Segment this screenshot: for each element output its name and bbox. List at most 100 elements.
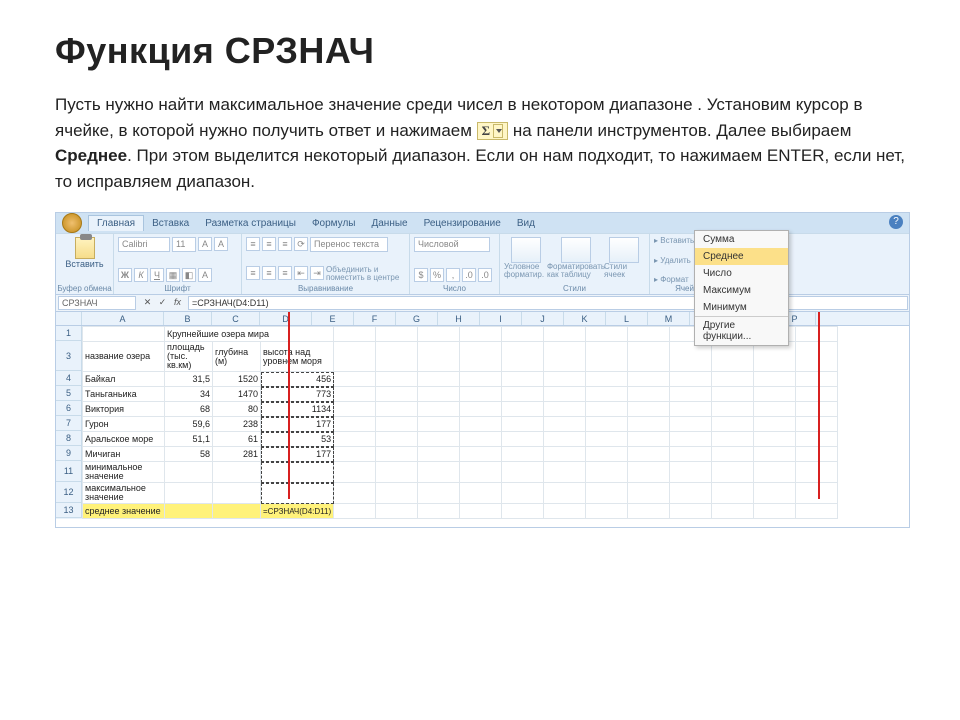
tab-insert[interactable]: Вставка [144,216,197,231]
ribbon: Вставить Буфер обмена Calibri 11 A A Ж К… [56,233,909,295]
menu-item-sum[interactable]: Сумма [695,231,788,248]
wrap-text-button[interactable]: Перенос текста [310,237,388,252]
conditional-format-icon[interactable] [511,237,541,263]
help-icon[interactable]: ? [889,215,903,229]
align-middle-button[interactable]: ≡ [262,237,276,251]
col-A[interactable]: A [82,312,164,325]
menu-item-more[interactable]: Другие функции... [695,316,788,345]
group-styles: Условное форматир. Форматировать как таб… [500,234,650,294]
merge-button[interactable]: Объединить и поместить в центре [326,266,404,282]
cancel-formula-icon[interactable]: ✕ [141,297,154,310]
table-row: Таньганьика341470773 [83,387,838,402]
table-title[interactable]: Крупнейшие озера мира [165,327,334,342]
autosum-dropdown-menu: Сумма Среднее Число Максимум Минимум Дру… [694,230,789,346]
name-box[interactable]: СРЗНАЧ [58,296,136,310]
menu-item-count[interactable]: Число [695,265,788,282]
office-button-icon[interactable] [62,213,82,233]
currency-button[interactable]: $ [414,268,428,282]
row-3[interactable]: 3 [56,341,82,371]
table-row: Байкал31,51520456 [83,372,838,387]
orientation-button[interactable]: ⟳ [294,237,308,251]
col-F[interactable]: F [354,312,396,325]
dec-decimal-button[interactable]: .0 [478,268,492,282]
row-6[interactable]: 6 [56,401,82,416]
menu-item-max[interactable]: Максимум [695,282,788,299]
font-color-button[interactable]: A [198,268,212,282]
align-center-button[interactable]: ≡ [262,266,276,280]
tab-review[interactable]: Рецензирование [416,216,509,231]
row-5[interactable]: 5 [56,386,82,401]
autosum-inline-icon: Σ [477,122,509,140]
col-C[interactable]: C [212,312,260,325]
fmt-table-label: Форматировать как таблицу [547,263,605,279]
tab-page-layout[interactable]: Разметка страницы [197,216,304,231]
select-all-corner[interactable] [56,312,82,325]
cell-styles-icon[interactable] [609,237,639,263]
inc-decimal-button[interactable]: .0 [462,268,476,282]
table-row: среднее значение=СРЗНАЧ(D4:D11) [83,504,838,519]
group-editing: Σ▾ ◧▾ ◇▾ Сумма Среднее Число Максимум Ми… [728,234,788,294]
tab-data[interactable]: Данные [363,216,415,231]
align-right-button[interactable]: ≡ [278,266,292,280]
cells-table[interactable]: Крупнейшие озера мира название озера пло… [82,326,838,519]
tab-formulas[interactable]: Формулы [304,216,364,231]
row-12[interactable]: 12 [56,482,82,503]
percent-button[interactable]: % [430,268,444,282]
italic-button[interactable]: К [134,268,148,282]
row-1[interactable]: 1 [56,326,82,341]
menu-item-min[interactable]: Минимум [695,299,788,316]
format-table-icon[interactable] [561,237,591,263]
tab-view[interactable]: Вид [509,216,543,231]
indent-inc-button[interactable]: ⇥ [310,266,324,280]
col-K[interactable]: K [564,312,606,325]
align-bottom-button[interactable]: ≡ [278,237,292,251]
cell-styles-label: Стили ячеек [604,263,644,279]
comma-button[interactable]: , [446,268,460,282]
col-L[interactable]: L [606,312,648,325]
fill-color-button[interactable]: ◧ [182,268,196,282]
col-I[interactable]: I [480,312,522,325]
group-label-font: Шрифт [114,284,241,293]
col-D[interactable]: D [260,312,312,325]
font-size-select[interactable]: 11 [172,237,196,252]
font-name-select[interactable]: Calibri [118,237,170,252]
col-J[interactable]: J [522,312,564,325]
decrease-font-button[interactable]: A [214,237,228,251]
row-9[interactable]: 9 [56,446,82,461]
col-header-name[interactable]: название озера [83,342,165,372]
fx-icon[interactable]: fx [171,297,184,310]
indent-dec-button[interactable]: ⇤ [294,266,308,280]
col-H[interactable]: H [438,312,480,325]
dropdown-arrow-icon [493,124,503,138]
row-4[interactable]: 4 [56,371,82,386]
enter-formula-icon[interactable]: ✓ [156,297,169,310]
row-7[interactable]: 7 [56,416,82,431]
row-13[interactable]: 13 [56,503,82,518]
group-clipboard: Вставить Буфер обмена [56,234,114,294]
menu-item-average[interactable]: Среднее [695,248,788,265]
tab-home[interactable]: Главная [88,215,144,231]
col-header-height[interactable]: высота над уровнем моря [261,342,334,372]
increase-font-button[interactable]: A [198,237,212,251]
paste-button[interactable]: Вставить [60,237,109,269]
col-E[interactable]: E [312,312,354,325]
row-8[interactable]: 8 [56,431,82,446]
active-formula-cell[interactable]: =СРЗНАЧ(D4:D11) [261,504,334,519]
group-label-number: Число [410,284,499,293]
col-header-depth[interactable]: глубина (м) [213,342,261,372]
number-format-select[interactable]: Числовой [414,237,490,252]
underline-button[interactable]: Ч [150,268,164,282]
col-header-area[interactable]: площадь (тыс. кв.км) [165,342,213,372]
table-row: минимальное значение [83,462,838,483]
align-left-button[interactable]: ≡ [246,266,260,280]
row-11[interactable]: 11 [56,461,82,482]
col-M[interactable]: M [648,312,690,325]
align-top-button[interactable]: ≡ [246,237,260,251]
col-G[interactable]: G [396,312,438,325]
sigma-icon: Σ [482,121,491,141]
col-B[interactable]: B [164,312,212,325]
bold-button[interactable]: Ж [118,268,132,282]
formula-input[interactable]: =СРЗНАЧ(D4:D11) [188,296,908,310]
border-button[interactable]: ▦ [166,268,180,282]
body-bold-word: Среднее [55,146,127,165]
